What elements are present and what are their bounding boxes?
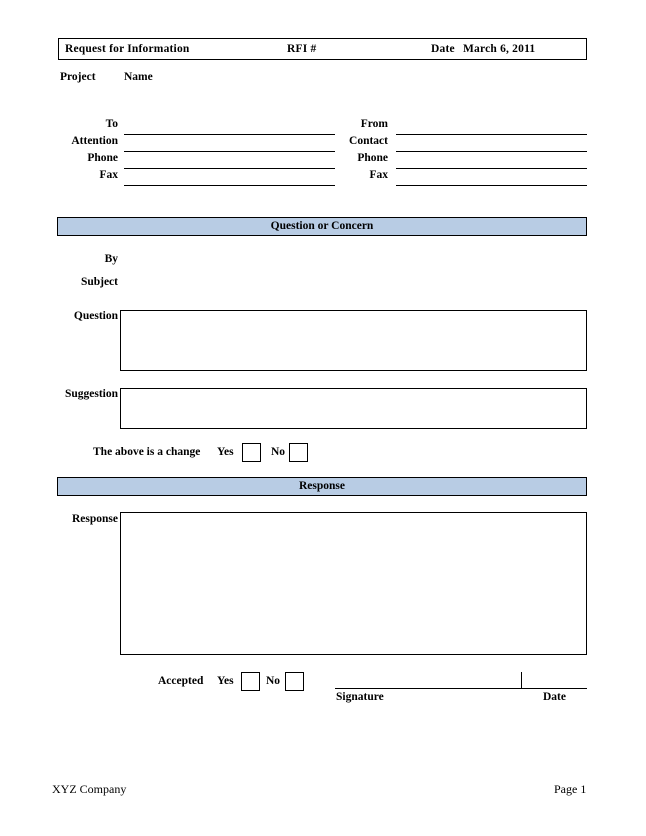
to-label: To (105, 118, 118, 130)
suggestion-textarea[interactable] (120, 388, 587, 429)
section-bar-question-title: Question or Concern (270, 220, 374, 232)
section-bar-response: Response (57, 477, 587, 496)
by-label: By (104, 253, 118, 265)
signature-date-divider (521, 672, 522, 689)
phone-label-left: Phone (87, 152, 118, 164)
question-textarea[interactable] (120, 310, 587, 371)
response-label: Response (71, 513, 118, 525)
document-page: Request for Information RFI # Date March… (0, 0, 646, 836)
change-yes-label: Yes (217, 446, 234, 458)
change-no-checkbox[interactable] (289, 443, 308, 462)
response-textarea[interactable] (120, 512, 587, 655)
subject-label: Subject (80, 276, 118, 288)
phone-label-right: Phone (357, 152, 388, 164)
accepted-no-checkbox[interactable] (285, 672, 304, 691)
section-bar-question: Question or Concern (57, 217, 587, 236)
fax-label-right: Fax (369, 169, 388, 181)
contact-field-rule[interactable] (396, 151, 587, 152)
accepted-yes-label: Yes (217, 675, 234, 687)
suggestion-label: Suggestion (64, 388, 118, 400)
fax-field-rule-right[interactable] (396, 185, 587, 186)
section-bar-response-title: Response (298, 480, 345, 492)
fax-label-left: Fax (99, 169, 118, 181)
accepted-no-label: No (266, 675, 281, 687)
from-label: From (360, 118, 388, 130)
fax-field-rule-left[interactable] (124, 185, 335, 186)
signature-rule[interactable] (335, 688, 587, 689)
rfi-number-label: RFI # (287, 43, 317, 55)
signature-date-caption: Date (543, 691, 566, 703)
change-no-label: No (271, 446, 286, 458)
change-yes-checkbox[interactable] (242, 443, 261, 462)
phone-field-rule-right[interactable] (396, 168, 587, 169)
project-name-value: Name (124, 71, 153, 83)
question-label: Question (73, 310, 118, 322)
date-value: March 6, 2011 (463, 43, 536, 55)
from-field-rule[interactable] (396, 134, 587, 135)
project-label: Project (60, 71, 96, 83)
accepted-label: Accepted (158, 675, 204, 687)
contact-label: Contact (349, 135, 388, 147)
footer-page-number: Page 1 (554, 782, 587, 796)
change-prompt-label: The above is a change (93, 446, 201, 458)
attention-label: Attention (71, 135, 118, 147)
footer-company: XYZ Company (52, 782, 127, 796)
date-label: Date (431, 43, 455, 55)
accepted-yes-checkbox[interactable] (241, 672, 260, 691)
form-title: Request for Information (65, 43, 190, 55)
signature-caption: Signature (336, 691, 384, 703)
form-header-box: Request for Information RFI # Date March… (58, 38, 587, 60)
